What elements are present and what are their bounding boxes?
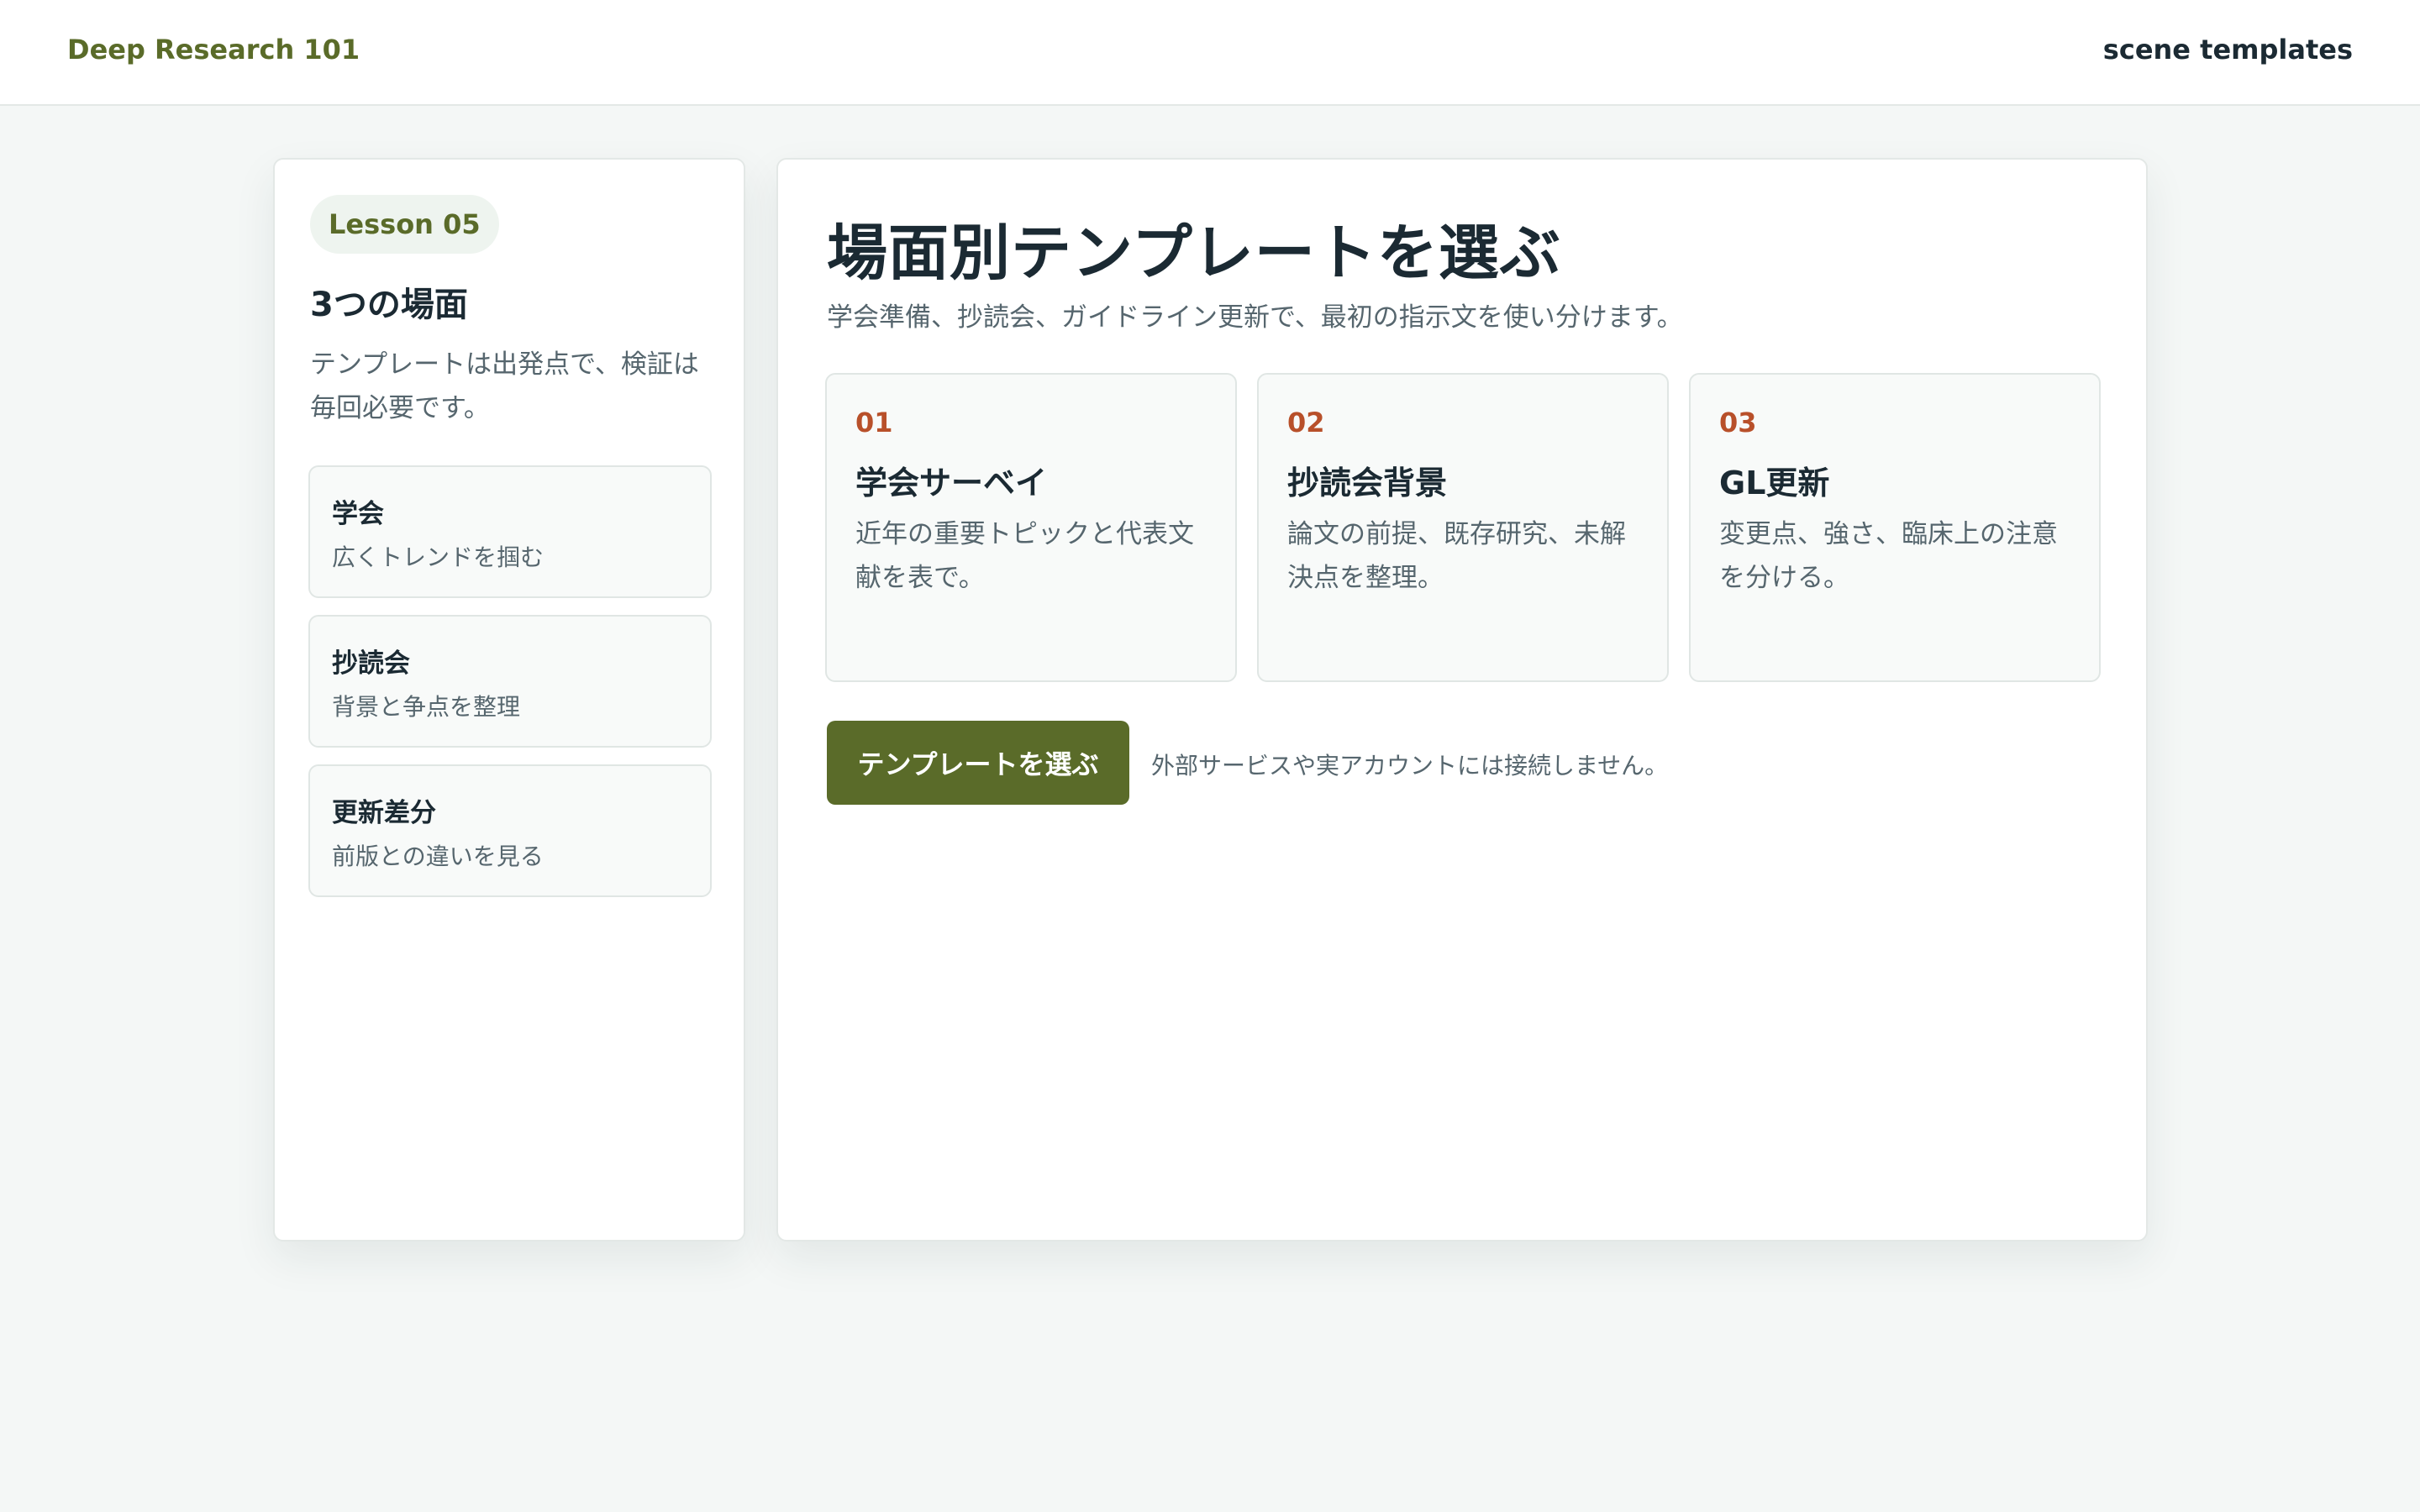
sidebar-title: 3つの場面 bbox=[310, 286, 468, 324]
lesson-badge: Lesson 05 bbox=[310, 195, 499, 254]
scene-item-name: 更新差分 bbox=[332, 798, 436, 828]
main-panel: 場面別テンプレートを選ぶ 学会準備、抄読会、ガイドライン更新で、最初の指示文を使… bbox=[776, 158, 2148, 1242]
scene-item-sub: 背景と争点を整理 bbox=[332, 693, 521, 721]
template-card-survey[interactable]: 01 学会サーベイ 近年の重要トピックと代表文献を表で。 bbox=[825, 373, 1237, 682]
card-title: 抄読会背景 bbox=[1287, 465, 1448, 501]
card-title: GL更新 bbox=[1719, 465, 1830, 501]
brand-logo-text[interactable]: Deep Research 101 bbox=[67, 34, 360, 66]
template-card-guideline[interactable]: 03 GL更新 変更点、強さ、臨床上の注意を分ける。 bbox=[1689, 373, 2101, 682]
card-number: 02 bbox=[1287, 407, 1325, 438]
card-number: 03 bbox=[1719, 407, 1757, 438]
scene-item-sub: 広くトレンドを掴む bbox=[332, 543, 544, 571]
top-bar: Deep Research 101 scene templates bbox=[0, 0, 2420, 106]
scene-item-update-diff[interactable]: 更新差分 前版との違いを見る bbox=[308, 764, 712, 897]
card-description: 変更点、強さ、臨床上の注意を分ける。 bbox=[1719, 519, 2058, 593]
template-card-journal-club[interactable]: 02 抄読会背景 論文の前提、既存研究、未解決点を整理。 bbox=[1257, 373, 1669, 682]
scene-item-journal-club[interactable]: 抄読会 背景と争点を整理 bbox=[308, 615, 712, 748]
page-title: 場面別テンプレートを選ぶ bbox=[827, 218, 1561, 288]
choose-template-button[interactable]: テンプレートを選ぶ bbox=[827, 721, 1129, 805]
scene-item-sub: 前版との違いを見る bbox=[332, 843, 544, 870]
lesson-sidebar: Lesson 05 3つの場面 テンプレートは出発点で、検証は毎回必要です。 学… bbox=[273, 158, 745, 1242]
card-number: 01 bbox=[855, 407, 893, 438]
sidebar-description: テンプレートは出発点で、検証は毎回必要です。 bbox=[310, 349, 699, 423]
card-description: 近年の重要トピックと代表文献を表で。 bbox=[855, 519, 1194, 593]
card-title: 学会サーベイ bbox=[855, 465, 1048, 501]
scene-item-name: 学会 bbox=[332, 499, 384, 529]
card-description: 論文の前提、既存研究、未解決点を整理。 bbox=[1287, 519, 1626, 593]
page-lead: 学会準備、抄読会、ガイドライン更新で、最初の指示文を使い分けます。 bbox=[827, 302, 1683, 333]
scene-item-conference[interactable]: 学会 広くトレンドを掴む bbox=[308, 465, 712, 598]
cta-note: 外部サービスや実アカウントには接続しません。 bbox=[1151, 752, 1669, 780]
nav-link-scene-templates[interactable]: scene templates bbox=[2103, 34, 2353, 66]
scene-item-name: 抄読会 bbox=[332, 648, 410, 679]
